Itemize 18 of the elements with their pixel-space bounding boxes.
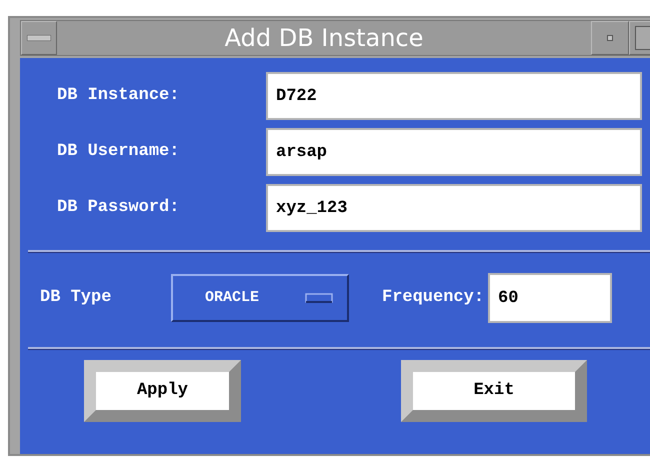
field-label: DB Instance: — [57, 85, 180, 108]
db-type-label: DB Type — [40, 287, 112, 310]
frequency-field[interactable]: 60 — [488, 273, 612, 323]
apply-button[interactable]: Apply — [84, 360, 241, 422]
frequency-label: Frequency: — [382, 287, 484, 310]
minimize-button[interactable] — [591, 21, 629, 55]
field-label: DB Username: — [57, 141, 180, 164]
input-field[interactable]: D722 — [266, 72, 642, 120]
option-menu-icon — [305, 293, 333, 303]
input-field[interactable]: arsap — [266, 128, 642, 176]
field-label: DB Password: — [57, 197, 180, 220]
exit-button[interactable]: Exit — [401, 360, 587, 422]
input-field[interactable]: xyz_123 — [266, 184, 642, 232]
window-menu-button[interactable] — [21, 21, 57, 55]
minimize-icon — [607, 35, 613, 41]
window-title: Add DB Instance — [224, 23, 424, 54]
db-type-dropdown[interactable]: ORACLE — [171, 274, 349, 322]
menu-bar-icon — [27, 35, 51, 41]
